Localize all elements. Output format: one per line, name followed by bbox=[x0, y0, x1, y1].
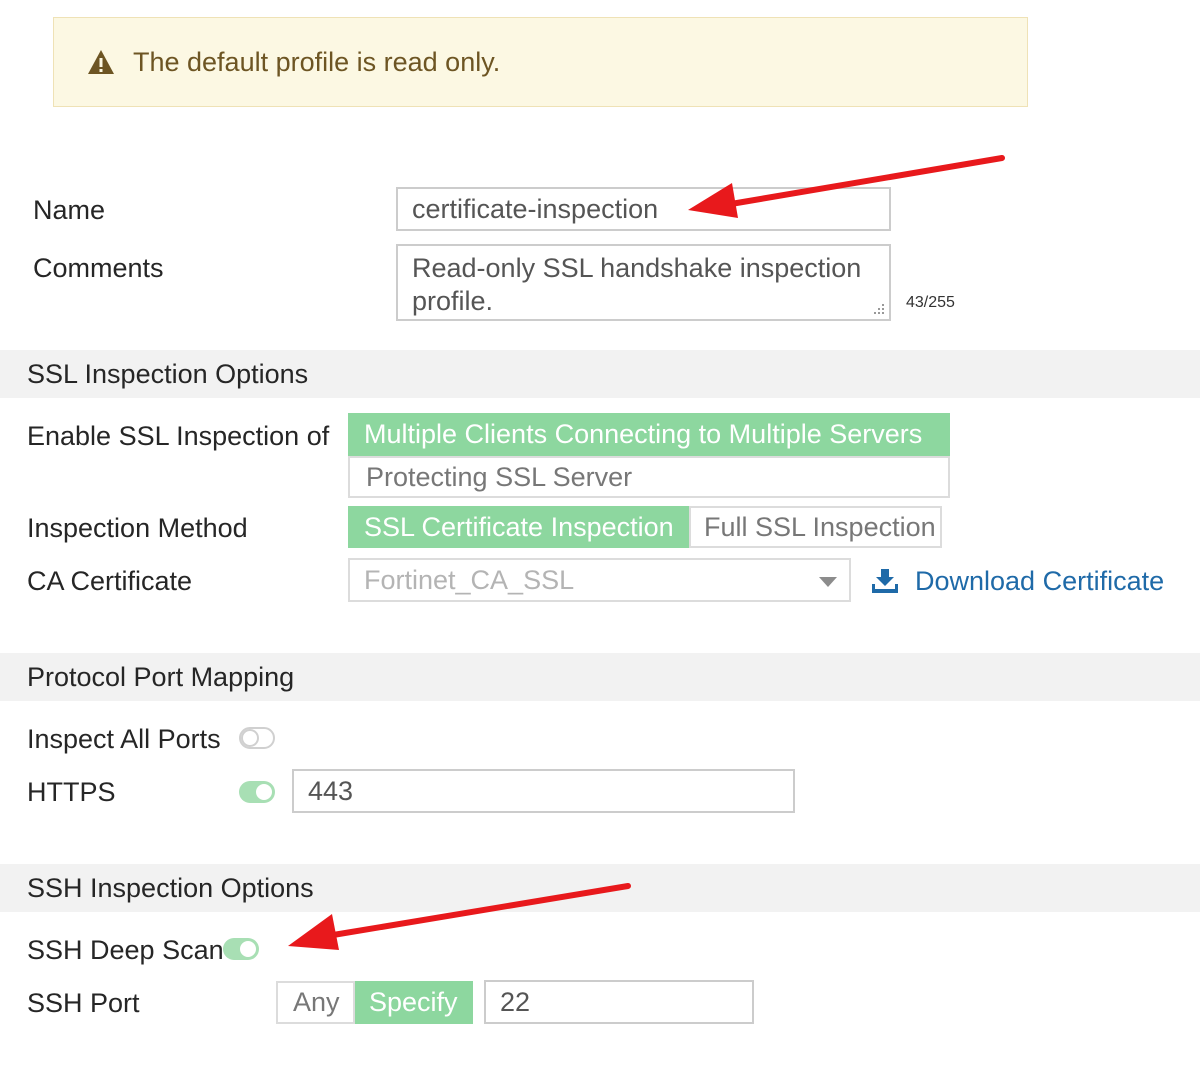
inspect-all-ports-label: Inspect All Ports bbox=[27, 724, 221, 754]
comments-label: Comments bbox=[33, 253, 164, 283]
download-certificate-link[interactable]: Download Certificate bbox=[871, 564, 1164, 598]
ca-certificate-label: CA Certificate bbox=[27, 566, 193, 596]
https-label: HTTPS bbox=[27, 777, 116, 807]
inspection-method-label: Inspection Method bbox=[27, 513, 248, 543]
ssh-port-label: SSH Port bbox=[27, 988, 140, 1018]
https-toggle[interactable] bbox=[239, 781, 275, 803]
option-protecting-ssl-server-label: Protecting SSL Server bbox=[366, 461, 633, 492]
option-full-ssl-inspection[interactable]: Full SSL Inspection bbox=[689, 506, 942, 548]
option-full-ssl-inspection-label: Full SSL Inspection bbox=[704, 511, 936, 542]
name-input[interactable]: certificate-inspection bbox=[396, 187, 891, 231]
name-input-value: certificate-inspection bbox=[412, 193, 659, 224]
comments-textarea[interactable]: Read-only SSL handshake inspection profi… bbox=[396, 244, 891, 321]
toggle-knob bbox=[254, 782, 274, 802]
warning-icon bbox=[88, 50, 114, 74]
resize-handle-icon[interactable] bbox=[871, 302, 885, 316]
ssh-section-title: SSH Inspection Options bbox=[27, 872, 314, 903]
option-ssl-certificate-inspection[interactable]: SSL Certificate Inspection bbox=[348, 506, 689, 548]
port-section-title: Protocol Port Mapping bbox=[27, 661, 295, 692]
download-icon bbox=[872, 569, 898, 593]
enable-ssl-inspection-label: Enable SSL Inspection of bbox=[27, 421, 330, 451]
ssh-port-option-any-label: Any bbox=[293, 987, 340, 1017]
name-label: Name bbox=[33, 195, 106, 225]
ssh-port-option-specify[interactable]: Specify bbox=[355, 981, 473, 1024]
ssh-deep-scan-toggle[interactable] bbox=[223, 938, 259, 960]
inspect-all-ports-toggle[interactable] bbox=[239, 727, 275, 749]
toggle-knob bbox=[241, 729, 259, 747]
ca-certificate-select-value: Fortinet_CA_SSL bbox=[364, 564, 575, 595]
protocol-port-mapping-section-header: Protocol Port Mapping bbox=[0, 653, 1200, 701]
ca-certificate-select[interactable]: Fortinet_CA_SSL bbox=[348, 558, 851, 602]
download-certificate-label: Download Certificate bbox=[915, 565, 1165, 596]
ssh-port-option-specify-label: Specify bbox=[369, 987, 458, 1017]
ssh-deep-scan-label: SSH Deep Scan bbox=[27, 935, 224, 965]
toggle-knob bbox=[238, 939, 258, 959]
comments-char-counter: 43/255 bbox=[906, 294, 955, 311]
ssl-inspection-section-header: SSL Inspection Options bbox=[0, 350, 1200, 398]
ssh-inspection-section-header: SSH Inspection Options bbox=[0, 864, 1200, 912]
ssh-port-input[interactable]: 22 bbox=[484, 980, 754, 1024]
comments-textarea-value: Read-only SSL handshake inspection profi… bbox=[412, 253, 862, 316]
option-multiple-clients-label: Multiple Clients Connecting to Multiple … bbox=[364, 419, 923, 449]
warning-text: The default profile is read only. bbox=[133, 46, 501, 77]
option-ssl-certificate-inspection-label: SSL Certificate Inspection bbox=[364, 511, 674, 542]
ssh-port-option-any[interactable]: Any bbox=[276, 981, 355, 1024]
chevron-down-icon bbox=[819, 577, 837, 587]
option-multiple-clients[interactable]: Multiple Clients Connecting to Multiple … bbox=[348, 413, 950, 456]
ssl-section-title: SSL Inspection Options bbox=[27, 358, 309, 389]
read-only-warning-banner: The default profile is read only. bbox=[53, 17, 1028, 107]
https-port-input[interactable]: 443 bbox=[292, 769, 795, 813]
https-port-value: 443 bbox=[308, 775, 354, 806]
option-protecting-ssl-server[interactable]: Protecting SSL Server bbox=[348, 456, 950, 498]
ssh-port-value: 22 bbox=[500, 986, 531, 1017]
